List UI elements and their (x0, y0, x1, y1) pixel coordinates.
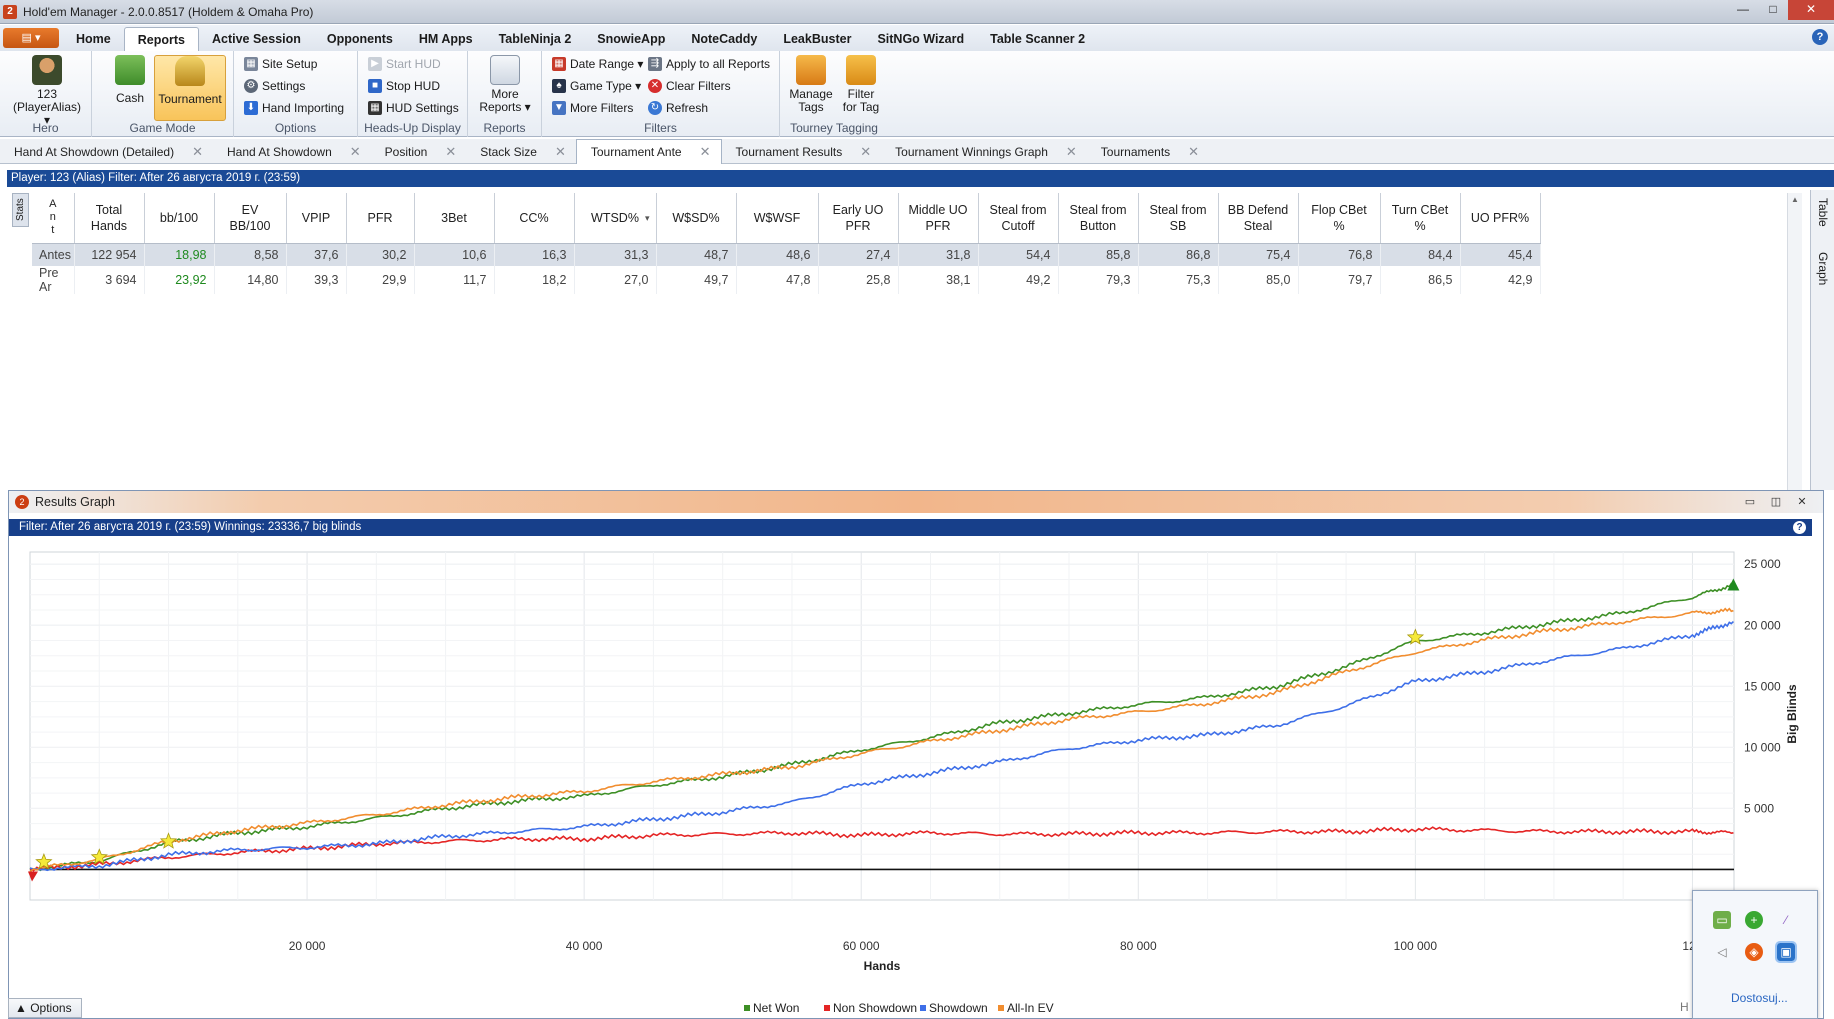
shield-icon[interactable]: ◈ (1745, 943, 1763, 961)
x-tick-label: 20 000 (289, 939, 326, 953)
y-tick-label: 20 000 (1744, 618, 1781, 632)
y-tick-label: 10 000 (1744, 740, 1781, 754)
x-tick-label: 100 000 (1394, 939, 1438, 953)
results-chart: 20 00040 00060 00080 000100 00012025 000… (28, 551, 1799, 1015)
x-tick-label: 60 000 (843, 939, 880, 953)
legend-entry: All-In EV (1007, 1001, 1054, 1015)
legend-swatch (744, 1005, 750, 1011)
y-axis-label: Big Blinds (1785, 684, 1799, 744)
legend-swatch (998, 1005, 1004, 1011)
y-tick-label: 15 000 (1744, 679, 1781, 693)
x-axis-label: Hands (864, 959, 901, 973)
legend-swatch (920, 1005, 926, 1011)
legend-swatch (824, 1005, 830, 1011)
customize-link[interactable]: Dostosuj... (1731, 991, 1788, 1005)
system-tray-popup: ▭ + ⁄ ◁ ◈ ▣ Dostosuj... (1692, 890, 1818, 1019)
x-tick-label: 80 000 (1120, 939, 1157, 953)
legend-entry: Showdown (929, 1001, 988, 1015)
monitor-icon[interactable]: ▣ (1775, 941, 1797, 963)
x-tick-label: 40 000 (566, 939, 603, 953)
options-label: Options (30, 1001, 72, 1015)
pen-icon[interactable]: ⁄ (1777, 911, 1795, 929)
hidden-label: H (1680, 1000, 1689, 1014)
y-tick-label: 25 000 (1744, 557, 1781, 571)
legend-entry: Net Won (753, 1001, 799, 1015)
network-icon[interactable]: ▭ (1713, 911, 1731, 929)
y-tick-label: 5 000 (1744, 801, 1774, 815)
volume-icon[interactable]: ◁ (1713, 943, 1731, 961)
plus-app-icon[interactable]: + (1745, 911, 1763, 929)
legend-entry: Non Showdown (833, 1001, 917, 1015)
options-button[interactable]: ▲ Options (8, 998, 82, 1018)
